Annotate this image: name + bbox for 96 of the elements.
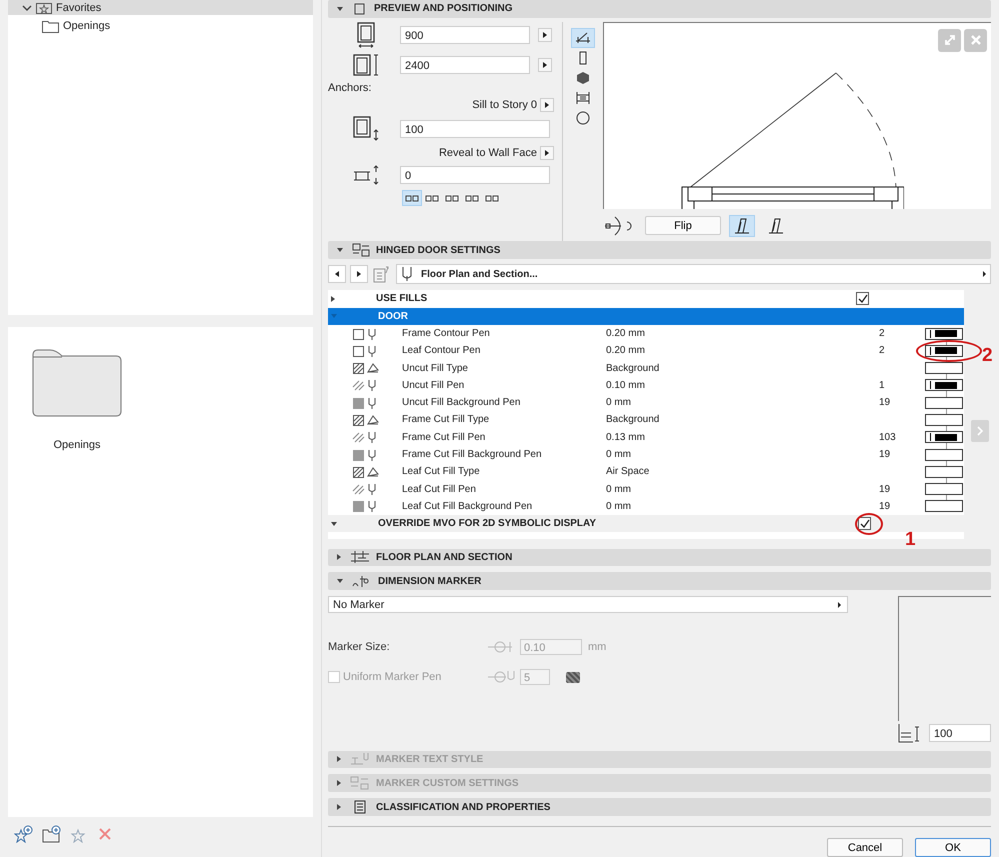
anchor-option-button[interactable] [402, 190, 422, 206]
marker-type-dropdown[interactable]: No Marker [328, 596, 848, 614]
door-leaf-icon [733, 218, 751, 234]
expand-arrow-icon[interactable] [331, 522, 337, 526]
parameter-row[interactable]: Leaf Cut Fill Type Air Space [328, 463, 964, 481]
parameter-row[interactable]: Uncut Fill Pen 0.10 mm 1 [328, 376, 964, 394]
pen-color-swatch[interactable] [566, 672, 580, 683]
pen-icon [486, 670, 516, 684]
sill-anchor-label: Sill to Story 0 [472, 98, 537, 111]
reveal-depth-field[interactable]: 0 [400, 166, 550, 184]
reveal-depth-icon [352, 164, 380, 186]
pen-swatch[interactable] [925, 500, 963, 512]
settings-grid-icon [352, 243, 370, 258]
height-field[interactable]: 2400 [400, 56, 530, 74]
folder-label: Openings [53, 439, 101, 451]
expand-arrow-icon[interactable] [331, 296, 335, 302]
anchor-icon [425, 192, 439, 203]
parameter-row[interactable]: Uncut Fill Type Background [328, 359, 964, 377]
parameter-row[interactable]: Leaf Cut Fill Background Pen 0 mm 19 [328, 498, 964, 516]
cancel-button[interactable]: Cancel [827, 838, 903, 857]
chevron-icon [22, 4, 32, 12]
tree-item[interactable]: Favorites [8, 0, 313, 15]
marker-size-label: Marker Size: [328, 641, 391, 654]
settings-grid-icon [350, 776, 370, 790]
chevron-icon [976, 426, 984, 436]
parameter-row[interactable]: Frame Contour Pen 0.20 mm 2 [328, 324, 964, 342]
previous-button[interactable] [328, 265, 346, 284]
pen-swatch[interactable] [925, 379, 963, 392]
flip-button[interactable]: Flip [645, 216, 721, 236]
pen-swatch[interactable] [925, 362, 963, 374]
width-field[interactable]: 900 [400, 26, 530, 44]
folder-icon[interactable] [32, 349, 122, 417]
fill-type-icon [352, 362, 380, 374]
add-favorite-icon[interactable] [14, 825, 34, 843]
close-icon [970, 34, 982, 46]
sill-height-icon [352, 116, 380, 142]
checkbox[interactable] [856, 292, 869, 306]
view-mode-button[interactable] [571, 28, 595, 48]
parameter-row[interactable]: Uncut Fill Background Pen 0 mm 19 [328, 394, 964, 412]
section-header[interactable]: DIMENSION MARKER [328, 572, 991, 590]
parameter-row[interactable]: DOOR [328, 308, 964, 325]
parameter-row[interactable]: Frame Cut Fill Pen 0.13 mm 103 [328, 428, 964, 446]
fill-type-icon [352, 466, 380, 478]
marker-height-field[interactable]: 100 [929, 724, 991, 742]
view-mode-icon [575, 110, 591, 125]
unit-label: mm [588, 641, 606, 654]
section-header[interactable]: HINGED DOOR SETTINGS [328, 241, 991, 260]
expand-icon [942, 33, 956, 48]
sill-height-field[interactable]: 100 [400, 120, 550, 138]
section-header[interactable]: FLOOR PLAN AND SECTION [328, 548, 991, 566]
parameter-row[interactable]: Frame Cut Fill Background Pen 0 mm 19 [328, 446, 964, 464]
pen-swatch[interactable] [925, 483, 963, 496]
width-menu-button[interactable] [538, 28, 552, 42]
anchor-icon [445, 192, 459, 203]
parameter-row[interactable]: Frame Cut Fill Type Background [328, 411, 964, 429]
tree-item[interactable]: Openings [8, 17, 313, 35]
anchor-icon [465, 192, 479, 203]
annotation-number: 1 [905, 532, 916, 548]
pen-swatch[interactable] [925, 466, 963, 478]
parameter-row[interactable]: Leaf Cut Fill Pen 0 mm 19 [328, 480, 964, 498]
section-header[interactable]: PREVIEW AND POSITIONING [328, 0, 991, 18]
fill-type-icon [352, 414, 380, 426]
anchor-icon [405, 192, 419, 203]
reveal-anchor-button[interactable] [540, 146, 554, 160]
pen-swatch[interactable] [925, 344, 963, 357]
reveal-anchor-label: Reveal to Wall Face [438, 146, 537, 159]
opening-side-button[interactable] [729, 214, 755, 237]
view-mode-icon [575, 70, 591, 85]
annotation-number: 2 [982, 348, 993, 364]
pen-swatch[interactable] [925, 328, 963, 340]
pen-swatch[interactable] [925, 396, 963, 409]
star-folder-icon [36, 2, 52, 14]
sill-anchor-button[interactable] [540, 98, 554, 112]
pen-swatch[interactable] [925, 414, 963, 426]
view-mode-icon [575, 90, 591, 105]
door-height-icon [352, 52, 380, 78]
floor-plan-icon [350, 550, 370, 564]
pen-swatch[interactable] [925, 448, 963, 461]
view-mode-icon [575, 30, 591, 45]
page-dropdown[interactable]: Floor Plan and Section... [396, 264, 991, 284]
next-button[interactable] [350, 265, 368, 284]
checkbox[interactable] [858, 517, 871, 530]
anchors-label: Anchors: [328, 82, 372, 94]
annotation-circle-overlay [916, 340, 982, 362]
text-style-icon [350, 752, 370, 766]
ok-button[interactable]: OK [915, 838, 991, 857]
pen-swatch[interactable] [925, 431, 963, 444]
pen-icon [401, 266, 413, 282]
add-folder-icon[interactable] [42, 825, 62, 843]
section-header[interactable]: CLASSIFICATION AND PROPERTIES [328, 798, 991, 816]
door-leaf-icon [767, 218, 785, 234]
anchor-icon [485, 192, 499, 203]
height-menu-button[interactable] [538, 58, 552, 72]
parameter-row[interactable]: OVERRIDE MVO FOR 2D SYMBOLIC DISPLAY [328, 515, 964, 532]
folder-icon [42, 20, 59, 32]
annotation-circle-overlay [855, 513, 883, 536]
